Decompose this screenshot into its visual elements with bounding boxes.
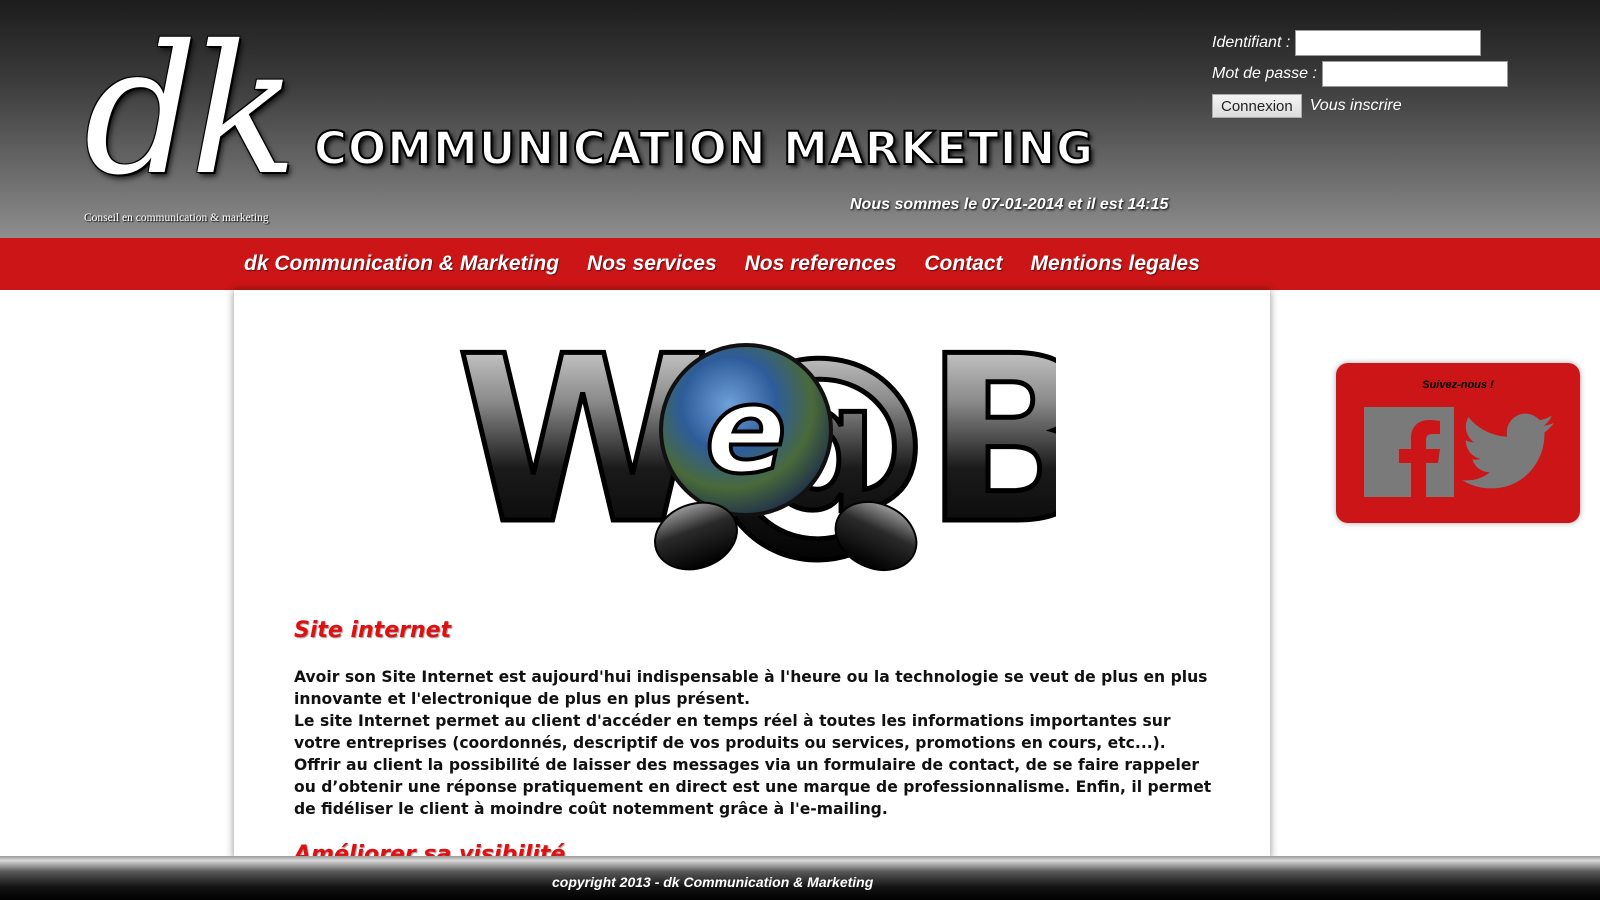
paragraph: Avoir son Site Internet est aujourd'hui … [294,668,1208,708]
nav-item-services[interactable]: Nos services [587,252,717,276]
globe-at-icon: e [659,343,833,517]
nav-item-home[interactable]: dk Communication & Marketing [244,252,559,276]
svg-text:e: e [705,362,786,501]
paragraph: Offrir au client la possibilité de laiss… [294,756,1212,818]
nav-item-contact[interactable]: Contact [924,252,1002,276]
section-title-site-internet: Site internet [294,618,452,643]
password-label: Mot de passe : [1212,65,1317,82]
password-input[interactable] [1321,61,1508,87]
site-footer: copyright 2013 - dk Communication & Mark… [0,856,1600,900]
username-input[interactable] [1295,30,1482,56]
paragraph: Le site Internet permet au client d'accé… [294,712,1171,752]
logo-letters: dk [84,7,298,214]
copyright-text: copyright 2013 - dk Communication & Mark… [552,874,874,890]
social-box: Suivez-nous ! [1336,363,1580,523]
twitter-icon[interactable] [1462,413,1554,491]
nav-item-legal[interactable]: Mentions legales [1031,252,1200,276]
web-logo-image: W@B e [456,310,1056,578]
nav-item-references[interactable]: Nos references [745,252,897,276]
login-actions: Connexion Vous inscrire [1212,94,1402,118]
date-time-line: Nous sommes le 07-01-2014 et il est 14:1… [850,196,1169,213]
register-link[interactable]: Vous inscrire [1310,97,1402,115]
content-panel: W@B e Site internet Avoir son Site Inter… [234,290,1270,860]
brand-title: COMMUNICATION MARKETING [313,121,1095,176]
logo-tagline: Conseil en communication & marketing [84,212,269,224]
site-header: dk Conseil en communication & marketing … [0,0,1600,238]
site-logo[interactable]: dk Conseil en communication & marketing [84,7,324,225]
password-row: Mot de passe : [1212,61,1508,87]
facebook-icon[interactable] [1364,407,1454,497]
section-text-site-internet: Avoir son Site Internet est aujourd'hui … [294,666,1214,820]
follow-label: Suivez-nous ! [1422,379,1494,391]
username-label: Identifiant : [1212,34,1291,51]
connexion-button[interactable]: Connexion [1212,94,1302,118]
username-row: Identifiant : [1212,30,1482,56]
main-nav: dk Communication & Marketing Nos service… [0,238,1600,290]
